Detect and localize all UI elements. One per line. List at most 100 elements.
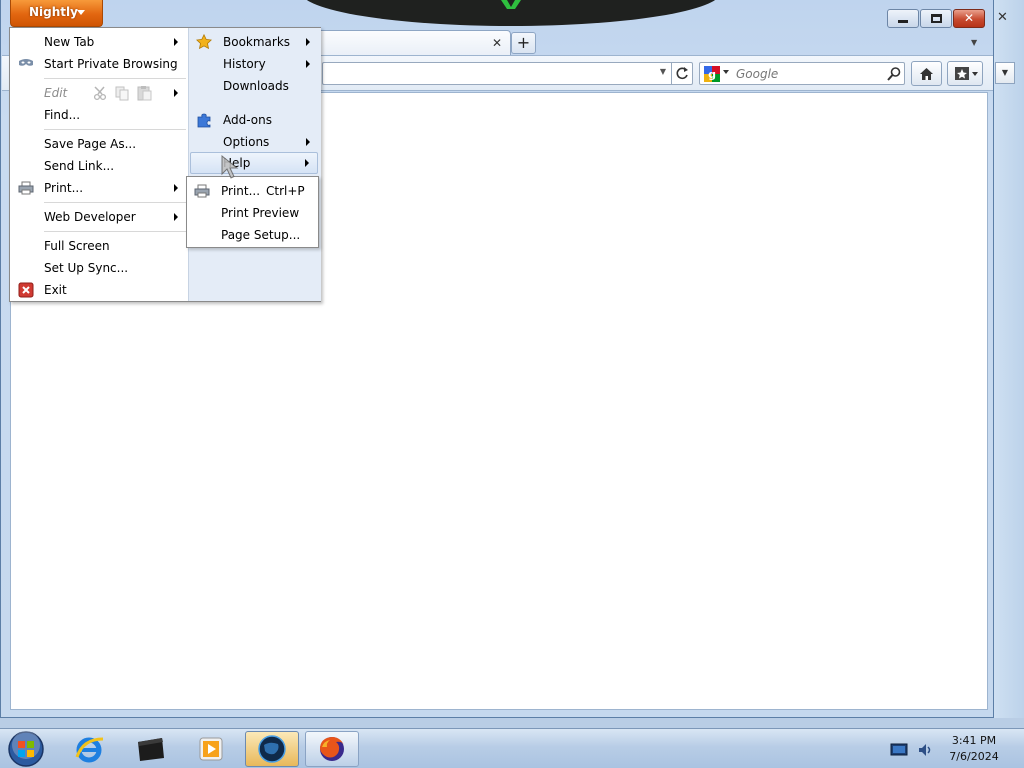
background-window[interactable]: ✕ ▼	[992, 0, 1024, 718]
menu-separator	[44, 129, 186, 130]
submenu-arrow-icon	[174, 89, 178, 97]
menu-item-label: Add-ons	[223, 113, 272, 127]
app-menu-button[interactable]: Nightly	[10, 0, 103, 27]
menu-item-start-private-browsing[interactable]: Start Private Browsing	[44, 54, 178, 74]
internet-explorer-icon	[75, 737, 104, 763]
submenu-arrow-icon	[306, 38, 310, 46]
mouse-cursor-icon	[221, 154, 239, 179]
media-device-icon	[138, 738, 164, 761]
window-controls: ✕	[887, 9, 986, 28]
maximize-button[interactable]	[920, 9, 952, 28]
submenu-arrow	[305, 153, 313, 173]
copy-icon[interactable]	[114, 85, 130, 101]
new-tab-button[interactable]: +	[511, 32, 536, 54]
svg-text:g: g	[708, 68, 716, 81]
taskbar-media-center[interactable]	[124, 731, 178, 767]
menu-item-label: Print...	[44, 181, 84, 195]
minimize-icon	[898, 20, 908, 23]
menu-item-history[interactable]: History	[223, 54, 318, 74]
taskbar-firefox-nightly[interactable]	[305, 731, 359, 767]
google-engine-icon[interactable]: g	[704, 66, 720, 82]
menu-item-label: Exit	[44, 283, 67, 297]
menu-item-exit[interactable]: Exit	[44, 280, 67, 300]
windows-start-icon[interactable]	[6, 730, 46, 768]
menu-item-print-preview[interactable]: Print Preview	[221, 203, 299, 223]
bookmarks-button[interactable]	[947, 61, 983, 86]
bookmarks-menu-icon	[955, 67, 978, 80]
search-bar[interactable]: g Google	[699, 62, 905, 85]
menu-item-label: Downloads	[223, 79, 289, 93]
engine-dropdown-icon[interactable]	[723, 70, 729, 74]
private-browsing-icon	[19, 59, 33, 66]
menu-item-label: Web Developer	[44, 210, 136, 224]
menu-item-add-ons[interactable]: Add-ons	[223, 110, 272, 130]
taskbar-media-player[interactable]	[184, 731, 238, 767]
chevron-down-icon	[77, 10, 85, 15]
search-icon[interactable]	[886, 66, 902, 82]
submenu-arrow-icon	[174, 38, 178, 46]
menu-item-web-developer[interactable]: Web Developer	[44, 207, 184, 227]
puzzle-piece-icon	[197, 113, 211, 128]
menu-item-print-dialog[interactable]: Print...	[221, 181, 260, 201]
taskbar: 3:41 PM 7/6/2024	[0, 728, 1024, 768]
submenu-arrow-icon	[306, 60, 310, 68]
menu-item-set-up-sync[interactable]: Set Up Sync...	[44, 258, 128, 278]
url-history-dropdown-icon[interactable]: ▼	[660, 67, 666, 76]
taskbar-active-app[interactable]	[245, 731, 299, 767]
menu-item-label: Edit	[44, 86, 68, 100]
menu-item-new-tab[interactable]: New Tab	[44, 32, 184, 52]
home-icon	[920, 68, 933, 80]
menu-separator	[44, 202, 186, 203]
menu-item-help[interactable]: Help	[190, 152, 318, 174]
browser-tab[interactable]: b ✕	[293, 30, 511, 56]
printer-icon	[18, 181, 34, 195]
printer-icon	[194, 184, 210, 198]
menu-item-label: New Tab	[44, 35, 95, 49]
reload-button[interactable]	[671, 62, 693, 85]
menu-item-label: Options	[223, 135, 270, 149]
menu-item-label: Print Preview	[221, 206, 300, 220]
network-icon[interactable]	[890, 742, 908, 758]
print-submenu: Print... Ctrl+P Print Preview Page Setup…	[186, 176, 319, 248]
volume-icon[interactable]	[916, 741, 934, 759]
minimize-button[interactable]	[887, 9, 919, 28]
globe-icon	[258, 735, 286, 763]
menu-item-label: Send Link...	[44, 159, 115, 173]
menu-item-label: History	[223, 57, 266, 71]
clock-date: 7/6/2024	[949, 750, 999, 763]
menu-item-page-setup[interactable]: Page Setup...	[221, 225, 300, 245]
clock-time: 3:41 PM	[951, 734, 997, 747]
url-bar[interactable]: ▼	[322, 62, 672, 85]
paste-icon[interactable]	[136, 85, 152, 101]
menu-item-label: Full Screen	[44, 239, 110, 253]
menu-item-full-screen[interactable]: Full Screen	[44, 236, 110, 256]
exit-icon	[18, 282, 34, 298]
titlebar-decoration	[301, 0, 721, 26]
maximize-icon	[930, 14, 942, 23]
shortcut-label: Ctrl+P	[266, 184, 305, 198]
home-button[interactable]	[911, 61, 942, 86]
close-icon: ✕	[963, 11, 975, 25]
taskbar-internet-explorer[interactable]	[62, 731, 116, 767]
menu-item-downloads[interactable]: Downloads	[223, 76, 289, 96]
menu-item-save-page-as[interactable]: Save Page As...	[44, 134, 136, 154]
menu-item-bookmarks[interactable]: Bookmarks	[223, 32, 318, 52]
background-window-dropdown[interactable]: ▼	[995, 62, 1015, 84]
submenu-arrow-icon	[174, 184, 178, 192]
cut-icon[interactable]	[92, 85, 108, 101]
menu-item-label: Save Page As...	[44, 137, 137, 151]
menu-item-label: Start Private Browsing	[44, 57, 178, 71]
submenu-arrow-icon	[174, 213, 178, 221]
menu-item-label: Page Setup...	[221, 228, 301, 242]
system-clock[interactable]: 3:41 PM 7/6/2024	[940, 733, 1008, 765]
menu-item-find[interactable]: Find...	[44, 105, 80, 125]
close-button[interactable]: ✕	[953, 9, 985, 28]
menu-item-options[interactable]: Options	[223, 132, 318, 152]
search-placeholder: Google	[736, 67, 779, 81]
menu-separator	[44, 78, 186, 79]
menu-item-send-link[interactable]: Send Link...	[44, 156, 114, 176]
tab-close-icon[interactable]: ✕	[492, 36, 502, 50]
list-all-tabs-icon[interactable]: ▼	[971, 38, 977, 47]
background-window-close-icon[interactable]: ✕	[997, 10, 1008, 25]
menu-item-print[interactable]: Print...	[44, 178, 184, 198]
